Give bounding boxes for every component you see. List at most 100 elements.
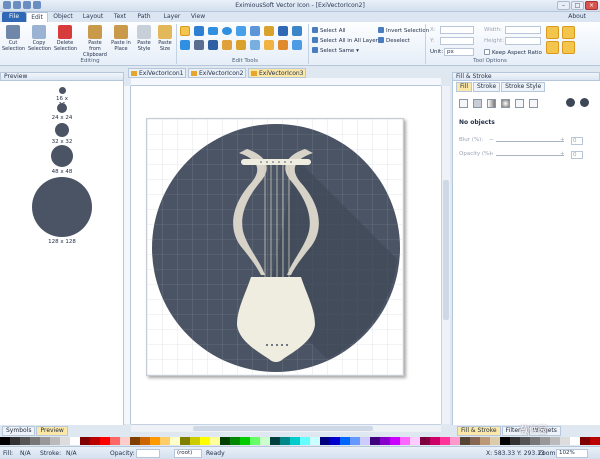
opacity-increase-icon[interactable]: + — [560, 151, 565, 157]
palette-swatch[interactable] — [350, 437, 360, 445]
document-page[interactable] — [146, 118, 405, 377]
palette-swatch[interactable] — [470, 437, 480, 445]
y-field[interactable] — [440, 37, 474, 45]
select-tool-icon[interactable] — [180, 26, 190, 36]
palette-swatch[interactable] — [280, 437, 290, 445]
palette-swatch[interactable] — [40, 437, 50, 445]
palette-swatch[interactable] — [330, 437, 340, 445]
pattern-icon[interactable] — [515, 99, 524, 108]
palette-swatch[interactable] — [30, 437, 40, 445]
spiral-tool-icon[interactable] — [250, 26, 260, 36]
eraser-tool-icon[interactable] — [278, 40, 288, 50]
unit-select[interactable]: px — [444, 48, 474, 56]
palette-swatch[interactable] — [440, 437, 450, 445]
linear-gradient-icon[interactable] — [487, 99, 496, 108]
spray-tool-icon[interactable] — [264, 40, 274, 50]
blur-increase-icon[interactable]: + — [560, 137, 565, 143]
tab-stroke[interactable]: Stroke — [473, 82, 501, 92]
tab-preview[interactable]: Preview — [36, 426, 68, 436]
doc-tab-1[interactable]: ExiVectorIcon1 — [128, 68, 186, 78]
vertical-scrollbar[interactable] — [441, 86, 450, 424]
palette-swatch[interactable] — [290, 437, 300, 445]
doc-tab-3[interactable]: ExiVectorIcon3 — [248, 68, 306, 78]
preview-24[interactable]: 24 x 24 — [50, 103, 74, 121]
x-field[interactable] — [440, 26, 474, 34]
palette-swatch[interactable] — [150, 437, 160, 445]
maximize-button[interactable]: □ — [571, 1, 584, 10]
blur-input[interactable]: 0 — [571, 137, 583, 145]
copy-selection-button[interactable]: Copy Selection — [28, 25, 51, 52]
node-tool-icon[interactable] — [194, 26, 204, 36]
select-all-layers-button[interactable]: Select All in All Layers — [312, 37, 381, 44]
palette-swatch[interactable] — [160, 437, 170, 445]
select-same-button[interactable]: Select Same ▾ — [312, 47, 359, 54]
star-tool-icon[interactable] — [236, 26, 246, 36]
palette-swatch[interactable] — [120, 437, 130, 445]
palette-swatch[interactable] — [270, 437, 280, 445]
align-top-right-icon[interactable] — [562, 26, 575, 39]
palette-swatch[interactable] — [80, 437, 90, 445]
height-field[interactable] — [505, 37, 541, 45]
opacity-status-field[interactable] — [136, 449, 160, 458]
tab-edit[interactable]: Edit — [26, 12, 48, 22]
fill-rule-nonzero-icon[interactable] — [580, 98, 589, 107]
tab-symbols[interactable]: Symbols — [2, 426, 36, 436]
opacity-input[interactable]: 0 — [571, 151, 583, 159]
fill-rule-evenodd-icon[interactable] — [566, 98, 575, 107]
scroll-thumb[interactable] — [193, 426, 373, 431]
palette-swatch[interactable] — [230, 437, 240, 445]
palette-swatch[interactable] — [570, 437, 580, 445]
palette-swatch[interactable] — [140, 437, 150, 445]
rectangle-tool-icon[interactable] — [208, 27, 218, 35]
preview-32[interactable]: 32 x 32 — [48, 123, 76, 145]
tab-stroke-style[interactable]: Stroke Style — [501, 82, 546, 92]
ellipse-tool-icon[interactable] — [222, 27, 232, 35]
palette-swatch[interactable] — [500, 437, 510, 445]
pen-tool-icon[interactable] — [278, 26, 288, 36]
bucket-tool-icon[interactable] — [236, 40, 246, 50]
palette-swatch[interactable] — [10, 437, 20, 445]
tab-layout[interactable]: Layout — [80, 12, 106, 22]
select-all-button[interactable]: Select All — [312, 27, 346, 34]
palette-swatch[interactable] — [510, 437, 520, 445]
pencil-tool-icon[interactable] — [264, 26, 274, 36]
palette-swatch[interactable] — [490, 437, 500, 445]
radial-gradient-icon[interactable] — [501, 99, 510, 108]
cut-selection-button[interactable]: Cut Selection — [2, 25, 25, 52]
zoom-tool-icon[interactable] — [208, 40, 218, 50]
palette-swatch[interactable] — [110, 437, 120, 445]
palette-swatch[interactable] — [480, 437, 490, 445]
minimize-button[interactable]: – — [557, 1, 570, 10]
palette-swatch[interactable] — [50, 437, 60, 445]
layer-select[interactable]: (root) — [174, 449, 202, 458]
delete-selection-button[interactable]: Delete Selection — [54, 25, 77, 52]
tweak-tool-icon[interactable] — [250, 40, 260, 50]
opacity-decrease-icon[interactable]: − — [489, 151, 494, 157]
palette-swatch[interactable] — [220, 437, 230, 445]
about-link[interactable]: About — [568, 12, 586, 22]
palette-swatch[interactable] — [180, 437, 190, 445]
palette-swatch[interactable] — [70, 437, 80, 445]
palette-swatch[interactable] — [20, 437, 30, 445]
paste-from-clipboard-button[interactable]: Paste from Clipboard — [82, 25, 108, 58]
palette-swatch[interactable] — [320, 437, 330, 445]
preview-48[interactable]: 48 x 48 — [46, 145, 78, 175]
palette-swatch[interactable] — [130, 437, 140, 445]
text-tool-icon[interactable] — [180, 40, 190, 50]
tab-object[interactable]: Object — [50, 12, 76, 22]
align-bottom-left-icon[interactable] — [546, 41, 559, 54]
palette-swatch[interactable] — [250, 437, 260, 445]
palette-swatch[interactable] — [390, 437, 400, 445]
palette-swatch[interactable] — [460, 437, 470, 445]
palette-swatch[interactable] — [540, 437, 550, 445]
palette-swatch[interactable] — [200, 437, 210, 445]
tab-path[interactable]: Path — [134, 12, 154, 22]
palette-swatch[interactable] — [560, 437, 570, 445]
palette-swatch[interactable] — [580, 437, 590, 445]
palette-swatch[interactable] — [170, 437, 180, 445]
palette-swatch[interactable] — [340, 437, 350, 445]
palette-swatch[interactable] — [100, 437, 110, 445]
blur-decrease-icon[interactable]: − — [489, 137, 494, 143]
calligraphy-tool-icon[interactable] — [292, 26, 302, 36]
swatch-icon[interactable] — [529, 99, 538, 108]
